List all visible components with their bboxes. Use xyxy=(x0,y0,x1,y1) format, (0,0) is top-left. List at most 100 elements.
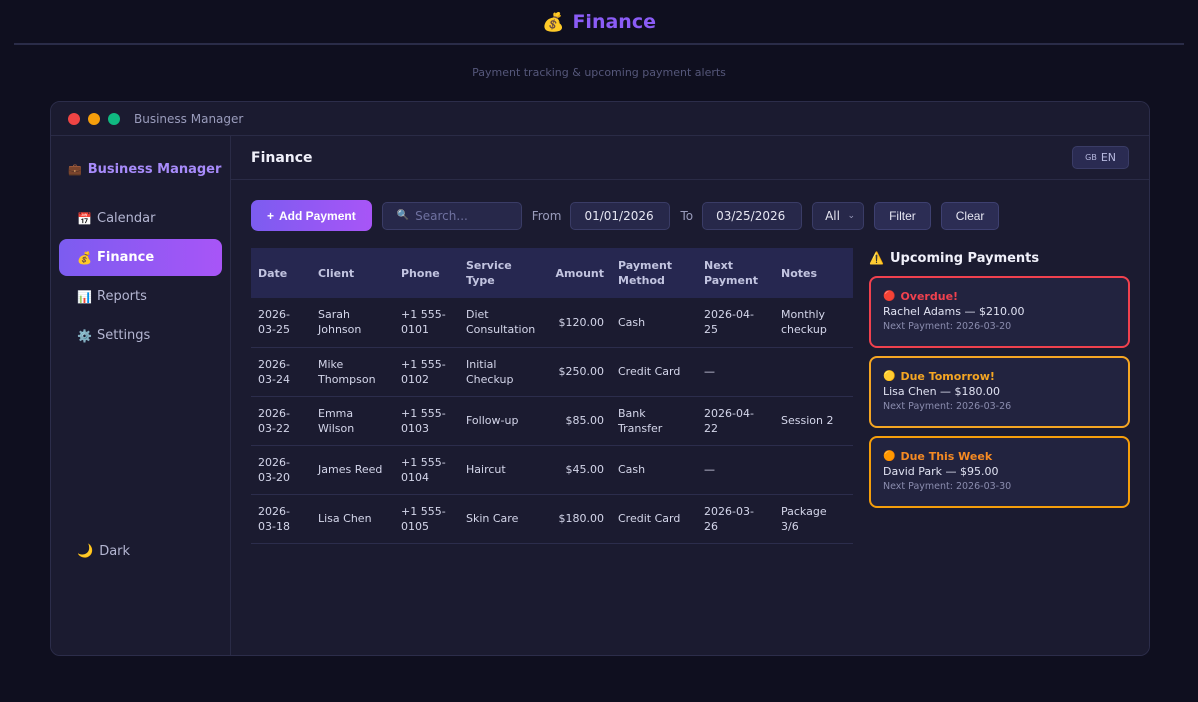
upcoming-card-due-tomorrow[interactable]: 🟡 Due Tomorrow! Lisa Chen — $180.00 Next… xyxy=(869,356,1130,428)
column-header[interactable]: Notes xyxy=(774,248,853,298)
cell-date: 2026-03-24 xyxy=(251,347,311,397)
table-row[interactable]: 2026-03-22 Emma Wilson +1 555-0103 Follo… xyxy=(251,396,853,446)
cell-notes xyxy=(774,445,853,495)
brand-label: Business Manager xyxy=(87,162,222,177)
cell-client: Sarah Johnson xyxy=(311,298,394,348)
upcoming-payments-panel: ⚠️ Upcoming Payments 🔴 Overdue! Rachel A… xyxy=(869,248,1130,508)
bar-chart-icon: 📊 xyxy=(77,289,92,304)
orange-circle-icon: 🟠 xyxy=(883,451,896,462)
minimize-window-button[interactable] xyxy=(88,112,100,125)
column-header[interactable]: Client xyxy=(311,248,394,298)
filter-toolbar: + Add Payment 🔍 Search... From 01/01/202… xyxy=(251,200,1000,231)
cell-next-payment: 2026-03-26 xyxy=(697,494,774,544)
method-select[interactable]: All ⌄ xyxy=(812,201,865,230)
sidebar-item-label: Calendar xyxy=(97,211,156,226)
window-title: Business Manager xyxy=(134,111,244,126)
upcoming-payments-header: ⚠️ Upcoming Payments xyxy=(869,248,1130,268)
card-status: 🟡 Due Tomorrow! xyxy=(883,370,1116,383)
table-row[interactable]: 2026-03-20 James Reed +1 555-0104 Haircu… xyxy=(251,445,853,495)
cell-next-payment: — xyxy=(697,445,774,495)
card-status: 🟠 Due This Week xyxy=(883,450,1116,463)
search-input[interactable]: 🔍 Search... xyxy=(381,201,522,230)
cell-amount: $120.00 xyxy=(547,298,611,348)
add-payment-label: Add Payment xyxy=(279,208,356,223)
cell-method: Cash xyxy=(611,298,697,348)
sidebar-item-calendar[interactable]: 📅 Calendar xyxy=(59,200,222,237)
card-status-label: Due This Week xyxy=(900,450,993,463)
search-placeholder: Search... xyxy=(415,208,468,223)
cell-client: James Reed xyxy=(311,445,394,495)
cell-date: 2026-03-25 xyxy=(251,298,311,348)
table-header-row: Date Client Phone Service Type Amount Pa… xyxy=(251,248,853,298)
card-next-payment: Next Payment: 2026-03-30 xyxy=(883,481,1012,492)
flag-icon: GB xyxy=(1085,153,1097,162)
card-next-payment: Next Payment: 2026-03-26 xyxy=(883,401,1012,412)
page-divider xyxy=(14,43,1184,45)
sidebar-item-settings[interactable]: ⚙️ Settings xyxy=(59,317,222,354)
cell-service: Haircut xyxy=(459,445,547,495)
upcoming-card-due-this-week[interactable]: 🟠 Due This Week David Park — $95.00 Next… xyxy=(869,436,1130,508)
to-date-input[interactable]: 03/25/2026 xyxy=(702,201,803,230)
maximize-window-button[interactable] xyxy=(108,112,120,125)
theme-label: Dark xyxy=(99,544,131,559)
column-header[interactable]: Payment Method xyxy=(611,248,697,298)
cell-date: 2026-03-20 xyxy=(251,445,311,495)
column-header[interactable]: Amount xyxy=(547,248,611,298)
theme-toggle[interactable]: 🌙 Dark xyxy=(77,544,130,559)
card-client-amount: Rachel Adams — $210.00 xyxy=(883,305,1025,318)
method-select-value: All xyxy=(825,208,840,223)
from-label: From xyxy=(531,208,562,223)
sidebar-item-label: Finance xyxy=(97,250,155,265)
language-label: EN xyxy=(1100,151,1116,164)
add-payment-button[interactable]: + Add Payment xyxy=(251,200,372,231)
gear-icon: ⚙️ xyxy=(77,328,92,343)
plus-icon: + xyxy=(267,208,275,223)
upcoming-card-overdue[interactable]: 🔴 Overdue! Rachel Adams — $210.00 Next P… xyxy=(869,276,1130,348)
cell-phone: +1 555-0103 xyxy=(394,396,459,446)
sidebar-item-finance[interactable]: 💰 Finance xyxy=(59,239,222,276)
yellow-circle-icon: 🟡 xyxy=(883,371,896,382)
window-titlebar: Business Manager xyxy=(51,102,1149,136)
sidebar: 💼 Business Manager 📅 Calendar 💰 Finance … xyxy=(51,136,231,655)
briefcase-icon: 💼 xyxy=(68,163,82,176)
clear-button[interactable]: Clear xyxy=(940,201,1000,230)
column-header[interactable]: Phone xyxy=(394,248,459,298)
sidebar-item-label: Settings xyxy=(97,328,151,343)
cell-next-payment: — xyxy=(697,347,774,397)
main-header: Finance GB EN xyxy=(231,136,1149,180)
cell-service: Initial Checkup xyxy=(459,347,547,397)
column-header[interactable]: Service Type xyxy=(459,248,547,298)
sidebar-item-reports[interactable]: 📊 Reports xyxy=(59,278,222,315)
card-client-amount: David Park — $95.00 xyxy=(883,465,999,478)
chevron-down-icon: ⌄ xyxy=(847,210,856,221)
cell-method: Bank Transfer xyxy=(611,396,697,446)
sidebar-item-label: Reports xyxy=(97,289,147,304)
money-bag-icon: 💰 xyxy=(542,11,565,33)
section-title: Finance xyxy=(251,149,313,166)
card-status-label: Due Tomorrow! xyxy=(900,370,995,383)
from-date-input[interactable]: 01/01/2026 xyxy=(570,201,671,230)
cell-method: Credit Card xyxy=(611,347,697,397)
language-button[interactable]: GB EN xyxy=(1072,146,1129,169)
table-row[interactable]: 2026-03-24 Mike Thompson +1 555-0102 Ini… xyxy=(251,347,853,397)
table-row[interactable]: 2026-03-18 Lisa Chen +1 555-0105 Skin Ca… xyxy=(251,494,853,544)
page-title: Finance xyxy=(572,11,656,33)
table-row[interactable]: 2026-03-25 Sarah Johnson +1 555-0101 Die… xyxy=(251,298,853,348)
cell-amount: $85.00 xyxy=(547,396,611,446)
search-icon: 🔍 xyxy=(396,210,410,221)
cell-notes: Package 3/6 xyxy=(774,494,853,544)
calendar-icon: 📅 xyxy=(77,211,92,226)
cell-date: 2026-03-22 xyxy=(251,396,311,446)
cell-amount: $45.00 xyxy=(547,445,611,495)
card-client-amount: Lisa Chen — $180.00 xyxy=(883,385,1001,398)
column-header[interactable]: Next Payment xyxy=(697,248,774,298)
cell-phone: +1 555-0102 xyxy=(394,347,459,397)
sidebar-brand: 💼 Business Manager xyxy=(68,162,221,177)
card-status-label: Overdue! xyxy=(900,290,959,303)
filter-button[interactable]: Filter xyxy=(874,201,931,230)
cell-notes: Session 2 xyxy=(774,396,853,446)
cell-phone: +1 555-0105 xyxy=(394,494,459,544)
close-window-button[interactable] xyxy=(68,112,80,125)
column-header[interactable]: Date xyxy=(251,248,311,298)
sidebar-nav: 📅 Calendar 💰 Finance 📊 Reports ⚙️ Settin… xyxy=(59,200,222,356)
